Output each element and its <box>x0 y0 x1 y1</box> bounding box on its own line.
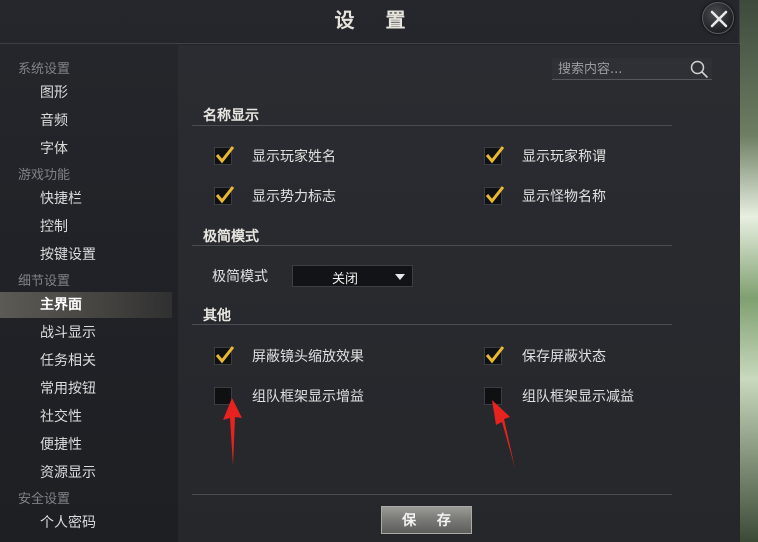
sidebar-item-main-ui[interactable]: 主界面 <box>0 292 172 318</box>
checkbox-show-monster-name[interactable] <box>484 186 505 205</box>
sidebar-item-graphics[interactable]: 图形 <box>0 80 172 106</box>
checkmark-icon <box>485 186 505 204</box>
sidebar-category-security: 安全设置 <box>18 492 71 507</box>
option-label: 屏蔽镜头缩放效果 <box>252 349 364 365</box>
sidebar-item-social[interactable]: 社交性 <box>0 404 172 430</box>
sidebar-category-game: 游戏功能 <box>18 168 71 183</box>
sidebar-item-combat-display[interactable]: 战斗显示 <box>0 320 172 346</box>
section-title-other: 其他 <box>203 308 231 324</box>
sidebar-item-hotbar[interactable]: 快捷栏 <box>0 186 172 212</box>
annotation-arrow-icon <box>223 398 242 466</box>
sidebar-category-system: 系统设置 <box>18 62 71 77</box>
section-divider <box>192 245 672 246</box>
settings-window: 设 置 系统设置 图形 音频 字体 游戏功能 快捷栏 控制 按键设置 细节设置 … <box>0 0 740 542</box>
section-divider <box>192 125 672 126</box>
checkbox-show-player-name[interactable] <box>214 146 235 165</box>
chevron-down-icon <box>395 274 405 280</box>
option-label: 保存屏蔽状态 <box>522 349 606 365</box>
sidebar-item-audio[interactable]: 音频 <box>0 108 172 134</box>
checkbox-save-block-state[interactable] <box>484 346 505 365</box>
window-title: 设 置 <box>334 8 418 32</box>
checkbox-block-camera-zoom[interactable] <box>214 346 235 365</box>
option-label: 组队框架显示减益 <box>522 389 634 405</box>
option-label: 显示怪物名称 <box>522 189 606 205</box>
game-backdrop <box>740 0 758 542</box>
search-box[interactable] <box>552 58 712 80</box>
sidebar-category-details: 细节设置 <box>18 274 71 289</box>
footer-divider <box>192 494 672 495</box>
checkbox-show-faction-emblem[interactable] <box>214 186 235 205</box>
option-label: 显示势力标志 <box>252 189 336 205</box>
option-label: 显示玩家称谓 <box>522 149 606 165</box>
checkmark-icon <box>485 146 505 164</box>
checkmark-icon <box>215 186 235 204</box>
sidebar-item-common-buttons[interactable]: 常用按钮 <box>0 376 172 402</box>
option-label: 显示玩家姓名 <box>252 149 336 165</box>
sidebar-item-font[interactable]: 字体 <box>0 136 172 162</box>
sidebar-item-password[interactable]: 个人密码 <box>0 510 172 536</box>
search-icon[interactable] <box>690 60 708 78</box>
close-button[interactable] <box>702 2 734 34</box>
minimal-mode-dropdown[interactable]: 关闭 <box>292 265 413 287</box>
dropdown-value: 关闭 <box>331 272 358 287</box>
checkmark-icon <box>485 346 505 364</box>
annotation-arrow-icon <box>492 400 515 468</box>
sidebar: 系统设置 图形 音频 字体 游戏功能 快捷栏 控制 按键设置 细节设置 主界面 … <box>0 52 172 542</box>
sidebar-item-resources[interactable]: 资源显示 <box>0 460 172 486</box>
minimal-mode-label: 极简模式 <box>212 269 268 285</box>
sidebar-item-controls[interactable]: 控制 <box>0 214 172 240</box>
section-divider <box>192 324 672 325</box>
section-title-name-display: 名称显示 <box>203 108 259 124</box>
title-bar: 设 置 <box>0 0 740 44</box>
sidebar-item-keybinds[interactable]: 按键设置 <box>0 242 172 268</box>
search-input[interactable] <box>558 59 683 79</box>
close-icon <box>710 10 728 28</box>
sidebar-item-convenience[interactable]: 便捷性 <box>0 432 172 458</box>
checkbox-show-player-title[interactable] <box>484 146 505 165</box>
sidebar-item-quests[interactable]: 任务相关 <box>0 348 172 374</box>
checkmark-icon <box>215 346 235 364</box>
content-panel <box>178 45 740 542</box>
option-label: 组队框架显示增益 <box>252 389 364 405</box>
save-button[interactable]: 保 存 <box>381 506 472 534</box>
checkmark-icon <box>215 146 235 164</box>
section-title-minimal-mode: 极简模式 <box>203 229 259 245</box>
